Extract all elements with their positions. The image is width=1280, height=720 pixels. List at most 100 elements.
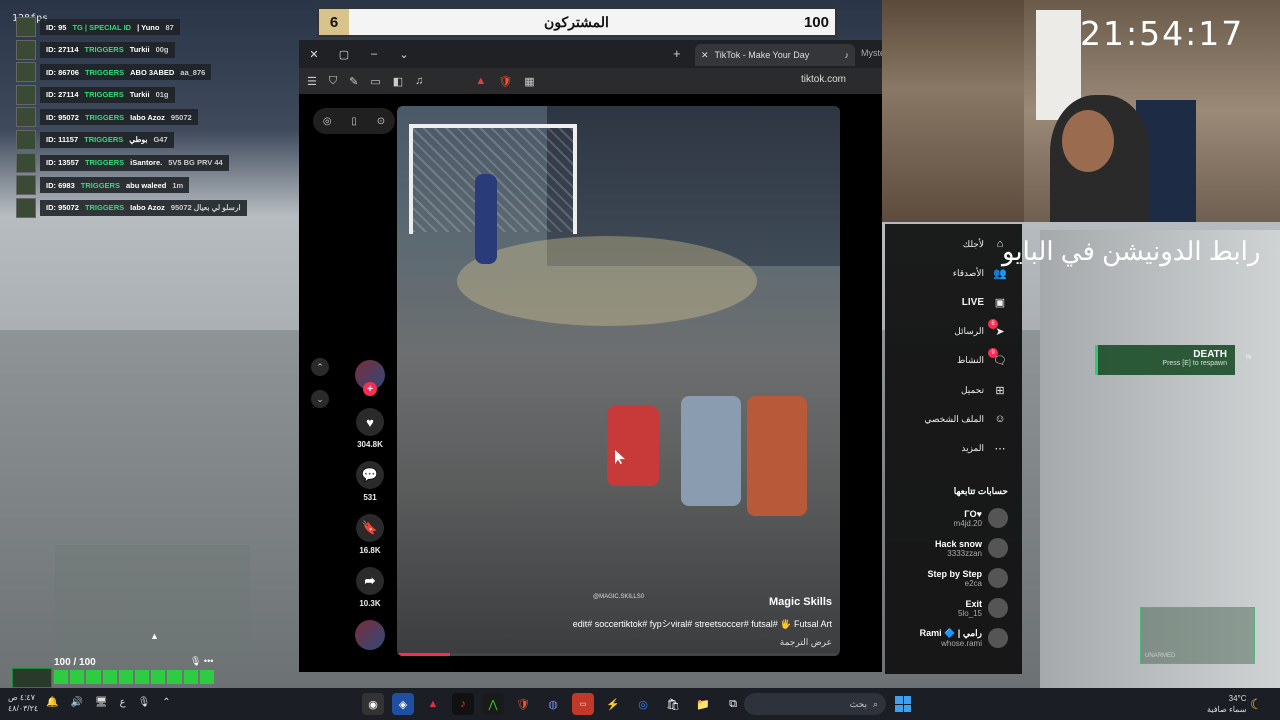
bookmark-icon[interactable]: 🔖 <box>356 514 384 542</box>
tab-tiktok[interactable]: ✕ TikTok - Make Your Day ♪ <box>695 44 855 66</box>
browser-window: ✕ ▢ – ⌄ + ✕ TikTok - Make Your Day ♪ Mys… <box>299 40 885 672</box>
windows-start-icon[interactable] <box>895 696 911 712</box>
pin-icon[interactable]: ✎ <box>349 75 358 88</box>
killfeed-killer: ID: 27114 <box>46 90 79 100</box>
sidebar-item-activity[interactable]: النشاط 🗨 9 <box>957 347 1008 369</box>
phone-icon[interactable]: ▯ <box>351 116 357 127</box>
wallet-icon[interactable]: ▦ <box>524 75 534 88</box>
tray-chevron-icon[interactable]: ⌃ <box>162 697 170 708</box>
killfeed-extra: G47 <box>153 135 168 145</box>
death-skull-icon: ⚑ <box>1244 353 1253 364</box>
health-segment <box>199 670 215 684</box>
account-text: Hack snow 3333zzan <box>935 539 982 558</box>
sidebar-item-label: الأصدقاء <box>952 267 984 278</box>
health-segment <box>118 670 134 684</box>
player-hud: 100 / 100 🎙 ••• <box>12 656 217 688</box>
comment-icon[interactable]: 💬 <box>356 461 384 489</box>
brave-browser-icon[interactable]: 🛡 <box>512 693 534 715</box>
volume-icon[interactable]: 🔊 <box>70 697 82 708</box>
bolt-app-icon[interactable]: ⚡ <box>602 693 624 715</box>
new-tab-icon[interactable]: + <box>673 46 681 61</box>
minimize-icon[interactable]: – <box>359 48 389 60</box>
killfeed-victim: iSantore. <box>130 158 163 168</box>
followed-account[interactable]: Hack snow 3333zzan <box>935 538 1008 558</box>
next-video-button[interactable]: ⌄ <box>311 390 329 408</box>
killfeed-victim: Turkii <box>129 90 150 100</box>
discord-icon[interactable]: ◍ <box>542 693 564 715</box>
maximize-icon[interactable]: ▢ <box>329 48 359 61</box>
video-hashtags[interactable]: edit# soccertiktok# fypシviral# streetsoc… <box>573 617 832 630</box>
tabs-icon[interactable]: ▭ <box>370 75 380 88</box>
sidebar-item-live[interactable]: LIVE ▣ <box>962 294 1008 310</box>
previous-video-button[interactable]: ⌃ <box>311 358 329 376</box>
sidebar-item-friends[interactable]: الأصدقاء 👥 <box>953 265 1008 281</box>
sidebar-item-upload[interactable]: تحميل ⊞ <box>961 382 1008 398</box>
triangle-extension-icon[interactable]: ▲ <box>475 75 486 87</box>
more-icon: ⋯ <box>994 442 1006 455</box>
killfeed-entry: ID: 11157 TRIGGERS بوطي G47 <box>40 131 174 148</box>
taskbar-clock[interactable]: ٤:٤٧ ص ٤٨/٠٣/٢٤ <box>8 692 38 714</box>
taskbar-search[interactable]: بحث ⌕ <box>744 693 886 715</box>
chrome-icon[interactable]: ◎ <box>632 693 654 715</box>
sidebar-item-messages[interactable]: الرسائل ➤ 6 <box>954 318 1008 340</box>
taskbar-apps: ◉ ◈ ▲ ♪ ⋀ 🛡 ◍ ▭ ⚡ ◎ 🛍 📁 ⧉ <box>362 693 744 715</box>
video-author[interactable]: Magic Skills <box>769 596 832 608</box>
video-actions: + ♥ 304.8K 💬 531 🔖 16.8K ➦ 10.3K <box>353 360 387 650</box>
health-segment <box>135 670 150 684</box>
tab-list-chevron-icon[interactable]: ⌄ <box>389 48 419 61</box>
network-icon[interactable]: 🖥 <box>95 697 108 708</box>
sidebar-item-more[interactable]: المزيد ⋯ <box>961 440 1008 456</box>
task-view-icon[interactable]: ⧉ <box>722 693 744 715</box>
followed-account[interactable]: Rami 🔷 | رامي whose.rami <box>920 628 1008 648</box>
account-handle: 3333zzan <box>947 548 982 558</box>
close-tab-icon[interactable]: ✕ <box>701 50 709 61</box>
store-icon[interactable]: 🛍 <box>662 693 684 715</box>
health-segment <box>86 670 101 684</box>
stream-clock: 21:54:17 <box>1080 14 1245 53</box>
weather-widget[interactable]: 34°C سماء صافية <box>1207 693 1247 715</box>
sidebar-icon[interactable]: ◧ <box>393 75 403 88</box>
share-icon[interactable]: ➦ <box>356 567 384 595</box>
brave-shield-icon[interactable]: 🛡 <box>498 75 512 88</box>
video-progress-bar[interactable] <box>397 653 840 656</box>
search-placeholder: بحث <box>849 698 867 709</box>
tiktok-page: ◎ ▯ ⊙ ⌃ ⌄ @MAGIC.SKILLS0 Magic Skills ed… <box>299 94 882 672</box>
app-blue-icon[interactable]: ◈ <box>392 693 414 715</box>
killfeed-entry: ID: 6983 TRIGGERS abu waleed 1m <box>40 177 190 194</box>
terminal-icon[interactable]: ⋀ <box>482 693 504 715</box>
followed-account[interactable]: ΓΟ♥ m4jd.20 <box>954 508 1008 528</box>
language-indicator[interactable]: ع <box>120 697 126 708</box>
notification-icon[interactable]: 🔔 <box>46 697 58 708</box>
followed-account[interactable]: Step by Step e2ca <box>927 568 1008 588</box>
cast-icon[interactable]: ⊙ <box>377 116 385 127</box>
share-count: 10.3K <box>359 599 381 608</box>
video-player[interactable]: @MAGIC.SKILLS0 Magic Skills edit# soccer… <box>397 106 840 656</box>
folder-icon[interactable]: 📁 <box>692 693 714 715</box>
subscriber-goal-bar: 6 المشتركون 100 <box>317 7 837 37</box>
account-avatar <box>988 568 1008 588</box>
killfeed-row: ID: 27114 TRIGGERS Turkii 01g <box>16 84 276 105</box>
creator-avatar[interactable]: + <box>355 360 385 396</box>
triangle-app-icon[interactable]: ▲ <box>422 693 444 715</box>
close-window-icon[interactable]: ✕ <box>299 48 329 61</box>
address-bar[interactable]: tiktok.com <box>801 74 846 85</box>
shield-icon[interactable]: ⛉ <box>329 75 337 88</box>
menu-icon[interactable]: ☰ <box>307 75 317 88</box>
follow-plus-icon[interactable]: + <box>363 382 377 396</box>
system-tray: 🔔 🔊 🖥 ع 🎙 ⌃ <box>46 697 171 708</box>
death-title: DEATH <box>1193 349 1227 360</box>
activity-icon: 🗨 9 <box>988 347 1008 369</box>
stream-app-icon[interactable]: ▭ <box>572 693 594 715</box>
person-icon[interactable]: ◎ <box>323 116 332 127</box>
sidebar-item-profile[interactable]: الملف الشخصي ☺ <box>924 411 1008 427</box>
music-icon[interactable]: ♫ <box>415 75 423 87</box>
mic-tray-icon[interactable]: 🎙 <box>138 697 151 708</box>
like-icon[interactable]: ♥ <box>356 408 384 436</box>
followed-account[interactable]: Exit 5lo_15 <box>958 598 1008 618</box>
tiktok-favicon-icon: ♪ <box>844 50 850 60</box>
obs-icon[interactable]: ◉ <box>362 693 384 715</box>
translate-link[interactable]: عرض الترجمة <box>780 637 832 648</box>
account-handle: e2ca <box>964 578 982 588</box>
tiktok-app-icon[interactable]: ♪ <box>452 693 474 715</box>
music-disc-avatar[interactable] <box>355 620 385 650</box>
